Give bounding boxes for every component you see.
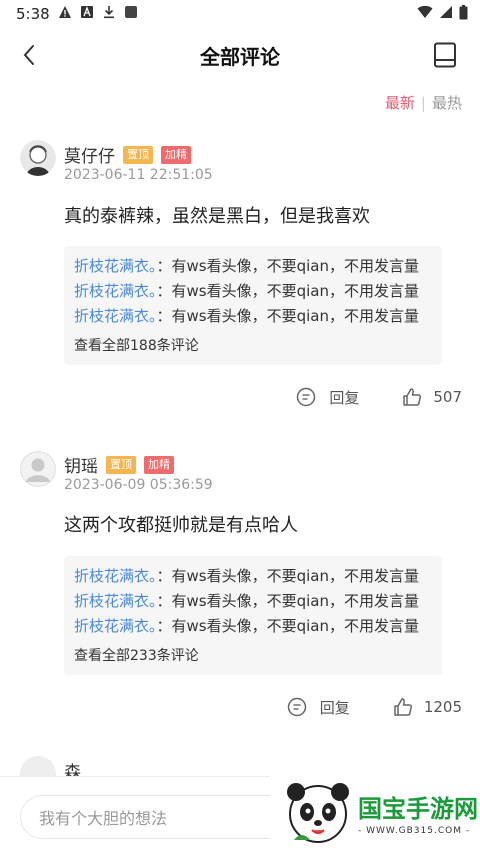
reply-text: ：有ws看头像，不要qian，不用发言量: [156, 592, 419, 610]
comment-time: 2023-06-11 22:51:05: [64, 167, 213, 183]
wifi-icon: [417, 5, 433, 23]
view-all-replies-link[interactable]: 查看全部233条评论: [74, 645, 432, 667]
status-left: 5:38: [16, 5, 138, 23]
reply-item[interactable]: 折枝花满衣。：有ws看头像，不要qian，不用发言量: [74, 304, 432, 329]
watermark-title: 国宝手游网: [358, 794, 478, 823]
sort-hottest-tab[interactable]: 最热: [432, 92, 462, 113]
reply-icon[interactable]: [295, 386, 317, 408]
reply-author[interactable]: 折枝花满衣。: [74, 617, 157, 635]
reply-author[interactable]: 折枝花满衣。: [74, 567, 157, 585]
battery-icon: [459, 4, 468, 24]
thumbs-up-icon[interactable]: [401, 386, 423, 408]
username-row: 钥瑶 置顶 加精: [64, 452, 174, 477]
download-icon: [102, 5, 116, 23]
comment-actions: 回复 1205: [286, 696, 462, 718]
panda-icon: [287, 783, 349, 843]
comment-text: 这两个攻都挺帅就是有点哈人: [64, 515, 298, 536]
username[interactable]: 钥瑶: [64, 452, 98, 477]
watermark-url: - WWW.GB315.COM -: [358, 825, 471, 836]
reply-author[interactable]: 折枝花满衣。: [74, 282, 157, 300]
reply-author[interactable]: 折枝花满衣。: [74, 307, 157, 325]
reply-author[interactable]: 折枝花满衣。: [74, 257, 157, 275]
header: 全部评论: [0, 28, 480, 82]
sort-separator: |: [420, 93, 426, 112]
reply-item[interactable]: 折枝花满衣。：有ws看头像，不要qian，不用发言量: [74, 589, 432, 614]
reply-item[interactable]: 折枝花满衣。：有ws看头像，不要qian，不用发言量: [74, 564, 432, 589]
reply-item[interactable]: 折枝花满衣。：有ws看头像，不要qian，不用发言量: [74, 279, 432, 304]
like-count: 507: [433, 388, 462, 406]
status-bar: 5:38: [0, 0, 480, 28]
reply-author[interactable]: 折枝花满衣。: [74, 592, 157, 610]
view-all-replies-link[interactable]: 查看全部188条评论: [74, 335, 432, 357]
status-time: 5:38: [16, 5, 50, 23]
featured-badge: 加精: [161, 145, 191, 164]
sort-newest-tab[interactable]: 最新: [385, 92, 415, 113]
avatar[interactable]: [20, 140, 56, 176]
featured-badge: 加精: [144, 455, 174, 474]
font-icon: [80, 5, 94, 23]
page-title: 全部评论: [200, 44, 280, 69]
reply-list[interactable]: 折枝花满衣。：有ws看头像，不要qian，不用发言量 折枝花满衣。：有ws看头像…: [64, 246, 442, 365]
sort-tabs: 最新 | 最热: [385, 92, 462, 113]
chevron-left-icon: [23, 45, 34, 65]
comment-text: 真的泰裤辣，虽然是黑白，但是我喜欢: [64, 206, 370, 227]
reply-text: ：有ws看头像，不要qian，不用发言量: [156, 257, 419, 275]
comment-time: 2023-06-09 05:36:59: [64, 477, 213, 493]
watermark-logo: 国宝手游网 - WWW.GB315.COM -: [270, 770, 480, 854]
reply-text: ：有ws看头像，不要qian，不用发言量: [156, 617, 419, 635]
reply-text: ：有ws看头像，不要qian，不用发言量: [156, 282, 419, 300]
reply-text: ：有ws看头像，不要qian，不用发言量: [156, 307, 419, 325]
status-right: [417, 4, 468, 24]
reply-text: ：有ws看头像，不要qian，不用发言量: [156, 567, 419, 585]
signal-icon: [439, 5, 453, 23]
like-count: 1205: [423, 698, 462, 716]
book-icon: [434, 42, 456, 68]
reply-item[interactable]: 折枝花满衣。：有ws看头像，不要qian，不用发言量: [74, 254, 432, 279]
app-square-icon: [124, 5, 138, 23]
book-button[interactable]: [430, 40, 460, 70]
reply-icon[interactable]: [286, 696, 308, 718]
pinned-badge: 置顶: [123, 145, 153, 164]
reply-button[interactable]: 回复: [329, 387, 359, 408]
warning-icon: [58, 5, 72, 23]
reply-button[interactable]: 回复: [320, 697, 350, 718]
back-button[interactable]: [14, 40, 44, 70]
pinned-badge: 置顶: [106, 455, 136, 474]
reply-item[interactable]: 折枝花满衣。：有ws看头像，不要qian，不用发言量: [74, 614, 432, 639]
username[interactable]: 莫仔仔: [64, 142, 115, 167]
comment-actions: 回复 507: [295, 386, 462, 408]
avatar[interactable]: [20, 451, 56, 487]
thumbs-up-icon[interactable]: [392, 696, 414, 718]
reply-list[interactable]: 折枝花满衣。：有ws看头像，不要qian，不用发言量 折枝花满衣。：有ws看头像…: [64, 556, 442, 675]
username-row: 莫仔仔 置顶 加精: [64, 142, 191, 167]
